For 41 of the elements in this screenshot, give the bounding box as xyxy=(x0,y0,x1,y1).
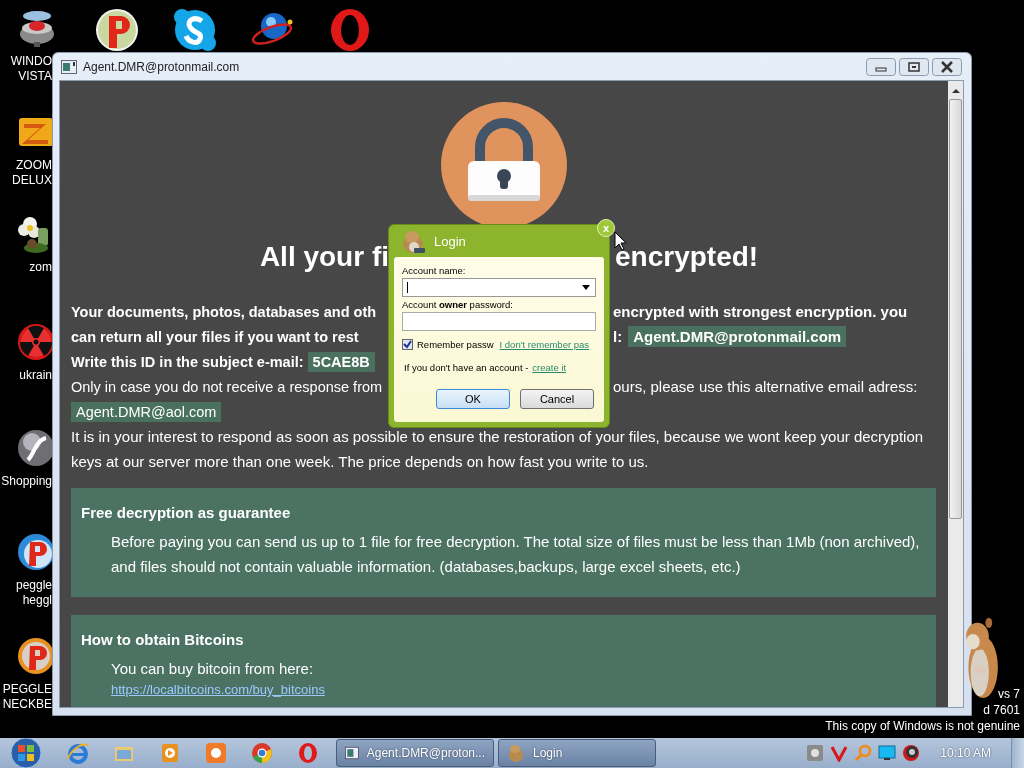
icon-label[interactable]: zom xyxy=(29,260,54,275)
icon-label[interactable]: peggle xyxy=(15,578,54,593)
icon-label[interactable]: DELUX xyxy=(12,173,54,188)
window-title: Agent.DMR@protonmail.com xyxy=(83,59,240,74)
dialog-title: Login xyxy=(434,233,466,249)
icon-label[interactable]: Shopping xyxy=(1,474,54,489)
highlighted-text: Agent.DMR@protonmail.com xyxy=(628,326,847,347)
icon-label[interactable]: WINDO xyxy=(10,54,54,69)
icon-label[interactable]: NECKBE xyxy=(2,697,54,712)
cancel-button[interactable]: Cancel xyxy=(520,389,594,409)
section-title: Free decryption as guarantee xyxy=(81,503,292,523)
watermark-text: This copy of Windows is not genuine xyxy=(825,718,1020,734)
link[interactable]: I don't remember pas xyxy=(499,339,590,350)
icon-label[interactable]: heggl xyxy=(22,593,54,608)
icon-label[interactable]: ZOOM xyxy=(16,158,54,173)
highlighted-text: Agent.DMR@aol.com xyxy=(71,401,222,422)
message-text: Your documents, photos, databases and oth xyxy=(71,303,377,320)
message-text: ours, please use this alternative email adress: xyxy=(613,378,918,395)
section-title: How to obtain Bitcoins xyxy=(81,630,245,650)
message-text: Only in case you do not receive a response from xyxy=(71,378,383,395)
highlighted-text: 5CAE8B xyxy=(307,351,375,372)
icon-label[interactable]: VISTA xyxy=(18,69,54,84)
section-text: Before paying you can send us up to 1 file for free decryption. The total size of files must be less than 1Mb (non archived), and files should not contain valuable information. (databases,backups, large excel sheets, etc.) xyxy=(110,532,921,577)
heading-text: encrypted! xyxy=(615,241,759,273)
message-text: encrypted with strongest encryption. you xyxy=(613,303,908,320)
icon-label[interactable]: PEGGLE xyxy=(2,682,54,697)
field-label: Account owner password: xyxy=(402,299,514,311)
section-text: You can buy bitcoin from here: xyxy=(110,659,315,679)
message-text: Write this ID in the subject e-mail: xyxy=(71,353,304,370)
signup-text: If you don't have an account - xyxy=(404,362,529,373)
watermark-text: d 7601 xyxy=(983,702,1020,718)
link[interactable]: create it xyxy=(532,362,567,373)
heading-text: All your fi xyxy=(259,241,389,272)
checkbox-label: Remember passw xyxy=(417,339,494,350)
watermark-text: vs 7 xyxy=(998,686,1020,702)
message-text: can return all your files if you want to rest xyxy=(71,328,359,345)
icon-label[interactable]: ukrain xyxy=(19,368,54,383)
message-text: l: xyxy=(613,328,623,345)
ok-button[interactable]: OK xyxy=(436,389,510,409)
field-label: Account name: xyxy=(402,265,467,277)
message-text: It is in your interest to respond as soon as possible to ensure the restoration of your files, because we wont keep your decryption keys at our server more than one week. The price depends on how fast you write to us. xyxy=(71,427,925,472)
